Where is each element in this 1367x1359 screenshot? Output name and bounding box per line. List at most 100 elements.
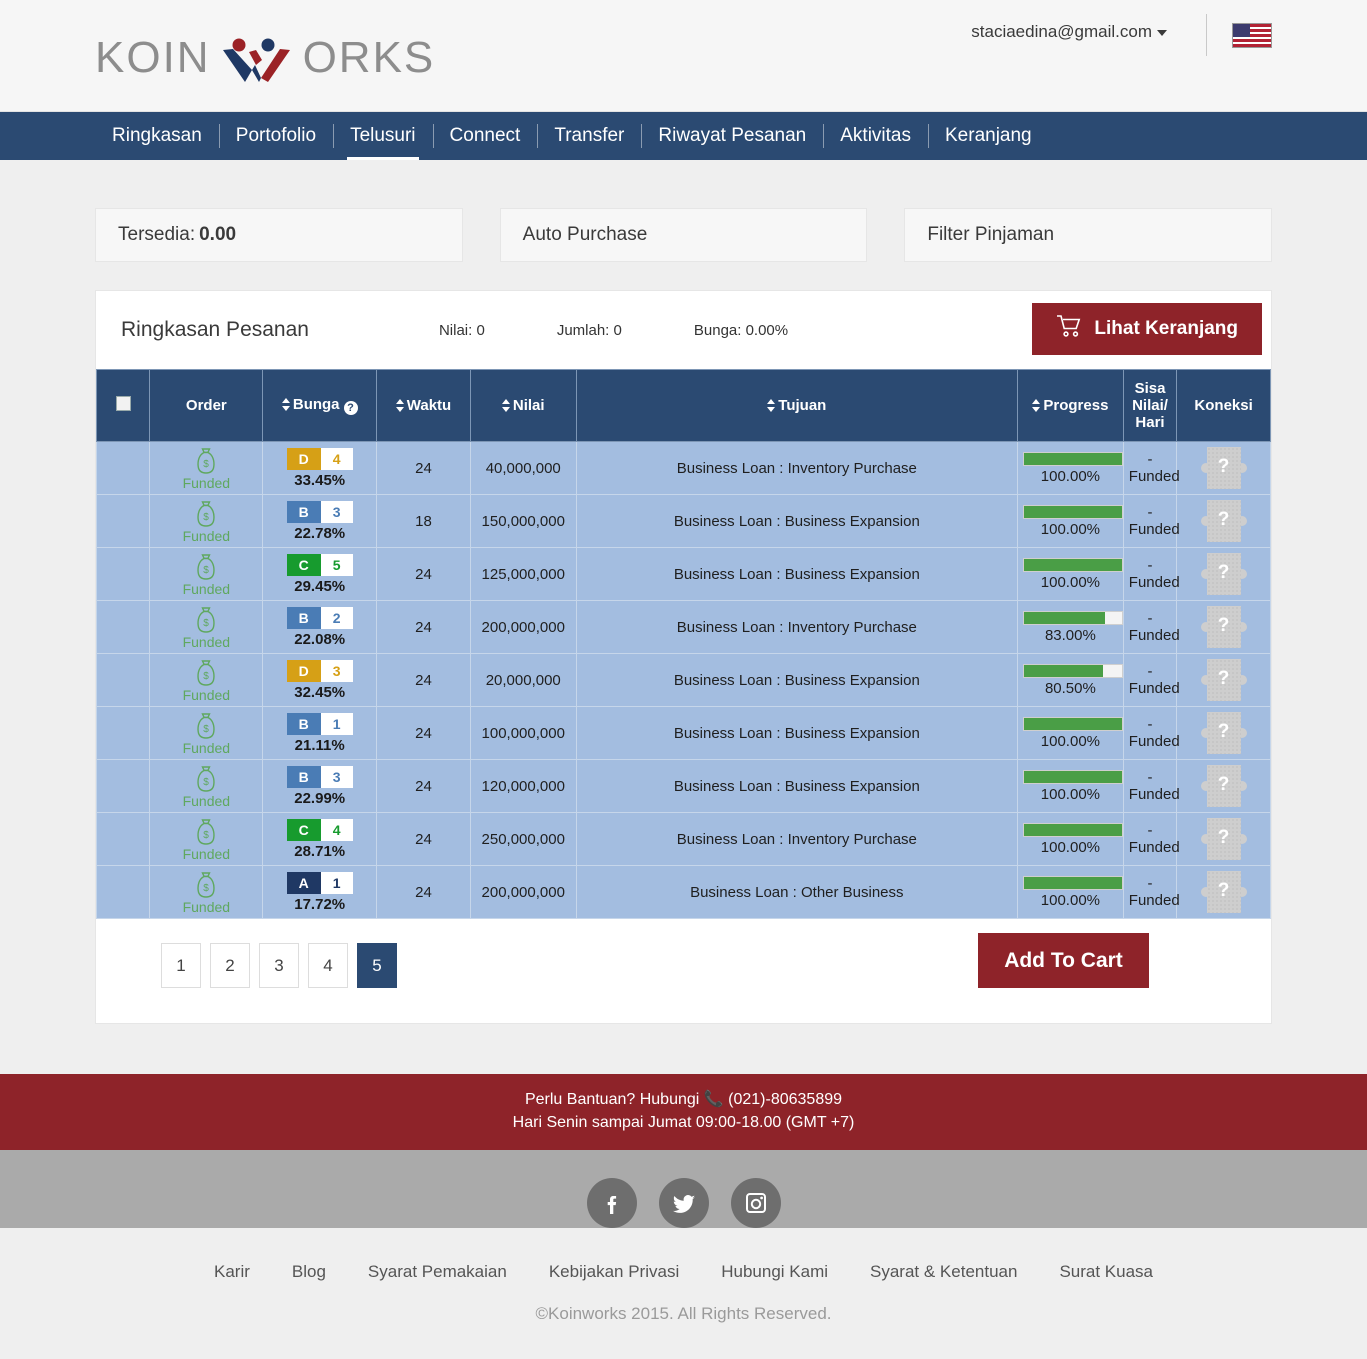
progress-label: 100.00%	[1040, 467, 1100, 485]
sisa-nilai: -	[1147, 609, 1153, 627]
header-bunga[interactable]: Bunga?	[262, 369, 378, 442]
footer-link[interactable]: Blog	[292, 1262, 326, 1282]
header-koneksi-label: Koneksi	[1194, 397, 1253, 414]
table-header-row: Order Bunga? Waktu Nilai Tujuan Progress…	[95, 369, 1271, 442]
grade-letter: C	[286, 818, 321, 841]
broken-image-icon: ?	[1200, 765, 1247, 807]
us-flag-icon[interactable]	[1232, 23, 1272, 48]
order-summary-card: Ringkasan Pesanan Nilai: 0 Jumlah: 0 Bun…	[95, 290, 1272, 1024]
koinworks-logo-mark	[211, 32, 303, 84]
row-nilai-cell: 200,000,000	[469, 600, 577, 654]
twitter-icon[interactable]	[658, 1178, 709, 1229]
table-row[interactable]: $ Funded B 3 22.99% 24 120,000,000 Business Loa…	[95, 759, 1271, 813]
table-row[interactable]: $ Funded B 3 22.78% 18 150,000,000 Business Loa…	[95, 494, 1271, 548]
footer-link[interactable]: Syarat & Ketentuan	[870, 1262, 1017, 1282]
instagram-icon[interactable]	[730, 1178, 781, 1229]
nav-item-riwayat-pesanan[interactable]: Riwayat Pesanan	[641, 112, 823, 160]
row-select-cell[interactable]	[95, 441, 151, 495]
row-sisa-cell: - Funded	[1122, 547, 1180, 601]
row-status-label: Funded	[182, 739, 231, 756]
nav-item-ringkasan[interactable]: Ringkasan	[95, 112, 219, 160]
pagination-page-4[interactable]: 4	[308, 943, 348, 988]
row-nilai-cell: 250,000,000	[469, 812, 577, 866]
table-row[interactable]: $ Funded B 2 22.08% 24 200,000,000 Business Loa…	[95, 600, 1271, 654]
row-tujuan-cell: Business Loan : Inventory Purchase	[575, 600, 1019, 654]
footer-links: Karir Blog Syarat Pemakaian Kebijakan Priva…	[0, 1228, 1367, 1305]
facebook-icon[interactable]	[586, 1178, 637, 1229]
money-bag-icon: $	[155, 447, 257, 478]
grade-letter: B	[286, 606, 321, 629]
row-sisa-cell: - Funded	[1122, 865, 1180, 919]
help-line-2: Hari Senin sampai Jumat 09:00-18.00 (GMT…	[512, 1114, 855, 1132]
row-select-cell[interactable]	[95, 812, 151, 866]
footer-link[interactable]: Syarat Pemakaian	[368, 1262, 507, 1282]
row-select-cell[interactable]	[95, 706, 151, 760]
nav-item-telusuri[interactable]: Telusuri	[333, 112, 432, 160]
row-koneksi-cell: ?	[1176, 812, 1271, 866]
header-progress-label: Progress	[1043, 397, 1109, 414]
footer-link[interactable]: Karir	[214, 1262, 250, 1282]
question-mark-icon[interactable]: ?	[343, 401, 358, 415]
filter-pinjaman-panel[interactable]: Filter Pinjaman	[904, 208, 1273, 262]
row-koneksi-cell: ?	[1176, 547, 1271, 601]
header-waktu[interactable]: Waktu	[376, 369, 471, 442]
row-waktu-cell: 24	[376, 865, 471, 919]
row-select-cell[interactable]	[95, 759, 151, 813]
progress-label: 100.00%	[1040, 785, 1100, 803]
row-tujuan-cell: Business Loan : Business Expansion	[575, 547, 1019, 601]
table-row[interactable]: $ Funded C 5 29.45% 24 125,000,000 Business Loa…	[95, 547, 1271, 601]
table-row[interactable]: $ Funded C 4 28.71% 24 250,000,000 Business Loa…	[95, 812, 1271, 866]
table-row[interactable]: $ Funded A 1 17.72% 24 200,000,000 Business Loa…	[95, 865, 1271, 919]
pagination-page-5[interactable]: 5	[357, 943, 397, 988]
pagination-page-3[interactable]: 3	[259, 943, 299, 988]
row-select-cell[interactable]	[95, 494, 151, 548]
nav-item-keranjang[interactable]: Keranjang	[928, 112, 1049, 160]
auto-purchase-panel[interactable]: Auto Purchase	[499, 208, 868, 262]
row-order-cell: $ Funded	[149, 812, 264, 866]
row-select-cell[interactable]	[95, 600, 151, 654]
help-phone[interactable]: (021)-80635899	[728, 1091, 842, 1108]
progress-bar	[1023, 822, 1123, 837]
grade-number: 1	[320, 712, 353, 735]
header-select-all[interactable]	[95, 369, 151, 442]
tersedia-panel[interactable]: Tersedia: 0.00	[95, 208, 463, 262]
footer-link[interactable]: Surat Kuasa	[1059, 1262, 1153, 1282]
row-progress-cell: 100.00%	[1017, 547, 1124, 601]
brand-name-left: KOIN	[95, 33, 211, 82]
header-order-label: Order	[185, 397, 227, 414]
money-bag-icon: $	[155, 765, 257, 796]
pagination-page-1[interactable]: 1	[161, 943, 201, 988]
select-all-checkbox[interactable]	[115, 396, 131, 411]
header-progress[interactable]: Progress	[1017, 369, 1124, 442]
sisa-nilai: -	[1147, 556, 1153, 574]
account-menu[interactable]: staciaedina@gmail.com	[971, 22, 1167, 42]
add-to-cart-button[interactable]: Add To Cart	[978, 933, 1149, 988]
row-select-cell[interactable]	[95, 653, 151, 707]
row-sisa-cell: - Funded	[1122, 812, 1180, 866]
progress-bar	[1023, 451, 1123, 466]
grade-badge: B3	[286, 500, 353, 523]
row-order-cell: $ Funded	[149, 706, 264, 760]
lihat-keranjang-button[interactable]: Lihat Keranjang	[1032, 303, 1262, 355]
pagination-page-2[interactable]: 2	[210, 943, 250, 988]
nav-item-portofolio[interactable]: Portofolio	[218, 112, 333, 160]
footer-link[interactable]: Kebijakan Privasi	[549, 1262, 679, 1282]
footer-link[interactable]: Hubungi Kami	[721, 1262, 828, 1282]
brand-logo[interactable]: KOIN ORKS	[95, 32, 435, 84]
row-status-label: Funded	[182, 792, 231, 809]
nav-item-aktivitas[interactable]: Aktivitas	[823, 112, 928, 160]
nav-item-connect[interactable]: Connect	[432, 112, 538, 160]
header-tujuan-label: Tujuan	[778, 397, 827, 414]
grade-number: 2	[320, 606, 353, 629]
table-row[interactable]: $ Funded D 4 33.45% 24 40,000,000 Business Loan…	[95, 441, 1271, 495]
table-row[interactable]: $ Funded D 3 32.45% 24 20,000,000 Business Loan…	[95, 653, 1271, 707]
header-tujuan[interactable]: Tujuan	[575, 369, 1019, 442]
nav-item-transfer[interactable]: Transfer	[537, 112, 641, 160]
main-navigation: Ringkasan Portofolio Telusuri Connect Tr…	[0, 112, 1367, 160]
grade-number: 5	[320, 553, 353, 576]
row-select-cell[interactable]	[95, 865, 151, 919]
header-nilai[interactable]: Nilai	[469, 369, 577, 442]
row-koneksi-cell: ?	[1176, 494, 1271, 548]
table-row[interactable]: $ Funded B 1 21.11% 24 100,000,000 Business Loa…	[95, 706, 1271, 760]
row-select-cell[interactable]	[95, 547, 151, 601]
